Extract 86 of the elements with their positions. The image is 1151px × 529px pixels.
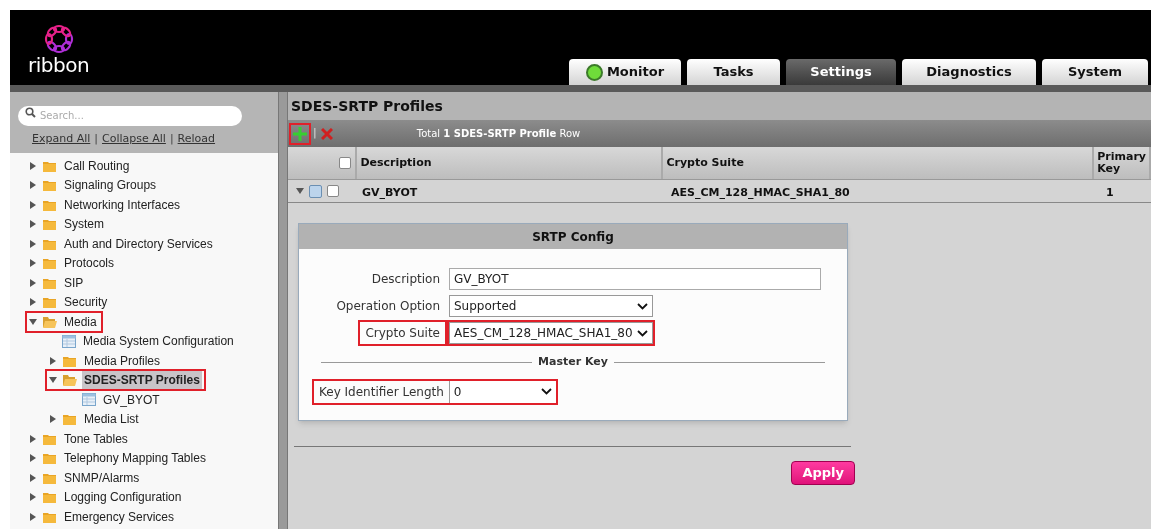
caret-right-icon[interactable] [29,161,37,170]
tree-item[interactable]: SDES-SRTP Profiles [82,371,202,390]
caret-right-icon[interactable] [29,493,37,502]
folder-icon [62,412,77,427]
open-folder-icon [62,373,77,388]
caret-right-icon[interactable] [29,473,37,482]
tree-item[interactable]: System [62,215,106,234]
tree-link[interactable]: Collapse All [102,131,166,148]
folder-icon [42,295,57,310]
tree-item[interactable]: Emergency Services [62,507,177,526]
select-all-checkbox[interactable] [339,157,352,169]
column-header[interactable]: Crypto Suite [666,157,744,169]
chevron-down-icon [637,329,648,337]
caret-right-icon[interactable] [29,298,37,307]
table-cell: GV_BYOT [362,186,418,199]
folder-icon [42,490,57,505]
dropdown[interactable]: AES_CM_128_HMAC_SHA1_80 [449,322,653,344]
tree-item[interactable]: GV_BYOT [101,390,162,409]
tree-item[interactable]: Call Routing [62,156,132,175]
tree-item[interactable]: Media Profiles [82,351,163,370]
section-heading: Master Key [538,354,608,370]
field-label: Key Identifier Length [314,380,450,403]
toolbar-separator: | [313,125,317,142]
caret-right-icon[interactable] [29,200,37,209]
open-folder-icon [42,314,57,329]
column-header[interactable]: Description [360,157,432,169]
tree-item[interactable]: Telephony Mapping Tables [62,449,208,468]
caret-right-icon[interactable] [29,220,37,229]
caret-right-icon[interactable] [29,434,37,443]
text-field[interactable]: GV_BYOT [449,268,821,290]
table-cell: 1 [1106,186,1114,199]
link-separator: | [169,131,174,147]
dropdown[interactable]: Supported [449,295,653,317]
tree-item[interactable]: SNMP/Alarms [62,468,142,487]
field-label: Crypto Suite [364,325,441,342]
nav-tab[interactable]: Monitor [569,59,681,85]
tree-item[interactable]: Networking Interfaces [62,195,183,214]
nav-tab[interactable]: System [1042,59,1148,85]
chevron-down-icon [540,388,552,395]
tree-item[interactable]: Media [62,312,99,331]
table-icon [82,393,96,407]
caret-right-icon[interactable] [29,512,37,521]
column-header[interactable]: Primary Key [1097,151,1146,175]
nav-tab[interactable]: Settings [786,59,896,85]
tree-link[interactable]: Reload [177,131,216,148]
panel-title: SRTP Config [532,228,614,246]
apply-button[interactable]: Apply [791,460,855,485]
tree-item[interactable]: Auth and Directory Services [62,234,215,253]
caret-down-icon[interactable] [49,376,57,385]
folder-icon [42,256,57,271]
logo-text: ribbon [28,54,90,76]
tree-item[interactable]: Media List [82,410,141,429]
folder-icon [42,178,57,193]
nav-tab[interactable]: Tasks [687,59,780,85]
field-label: Description [370,271,441,288]
search-field[interactable]: Search... [18,105,242,126]
caret-right-icon[interactable] [49,356,57,365]
tree-link[interactable]: Expand All [32,131,91,148]
row-checkbox[interactable] [327,185,339,197]
caret-right-icon[interactable] [49,415,57,424]
caret-right-icon[interactable] [29,259,37,268]
caret-right-icon[interactable] [29,454,37,463]
caret-right-icon[interactable] [29,181,37,190]
row-total: Total 1 SDES-SRTP Profile Row [416,127,581,141]
table-icon [62,334,76,348]
tree-item[interactable]: Protocols [62,254,117,273]
caret-down-icon[interactable] [296,187,304,195]
tree-item[interactable]: Tone Tables [62,429,130,448]
caret-right-icon[interactable] [29,239,37,248]
folder-icon [42,451,57,466]
tree-item[interactable]: Security [62,293,110,312]
caret-right-icon[interactable] [29,278,37,287]
tree-item[interactable]: Signaling Groups [62,176,159,195]
table-cell: AES_CM_128_HMAC_SHA1_80 [671,186,850,199]
tree-item[interactable]: SIP [62,273,86,292]
logo-ring-icon [43,24,74,54]
search-icon [25,107,36,118]
chevron-down-icon [637,302,648,310]
page-title: SDES-SRTP Profiles [291,96,443,116]
folder-icon [42,217,57,232]
nav-tab[interactable]: Diagnostics [902,59,1036,85]
tree-item[interactable]: Logging Configuration [62,488,184,507]
caret-down-icon[interactable] [29,317,37,326]
tree-item[interactable]: Media System Configuration [81,332,236,351]
link-separator: | [94,131,98,147]
field-label: Operation Option [335,298,441,315]
